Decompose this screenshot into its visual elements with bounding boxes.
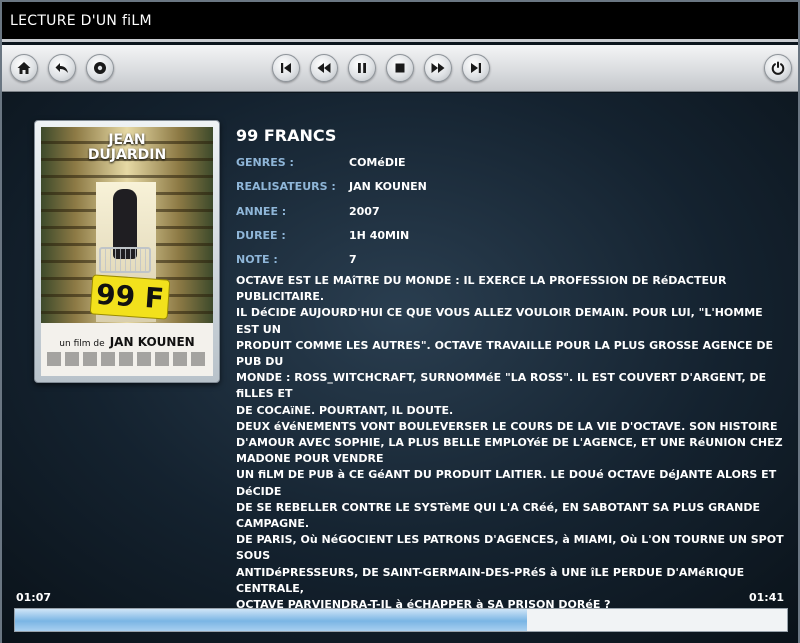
synopsis-line: ANTIDéPRESSEURS, DE SAINT-GERMAIN-DES-PR… bbox=[236, 565, 745, 595]
fast-forward-button[interactable] bbox=[424, 54, 452, 82]
synopsis-line: PRODUIT COMME LES AUTRES". OCTAVE TRAVAI… bbox=[236, 338, 773, 369]
back-arrow-icon bbox=[55, 63, 68, 73]
directors-label: REALISATEURS : bbox=[236, 180, 336, 193]
synopsis-line: OCTAVE EST LE MAîTRE DU MONDE : IL EXERC… bbox=[236, 274, 727, 304]
home-icon bbox=[17, 62, 31, 74]
progress-fill bbox=[15, 609, 527, 631]
power-button[interactable] bbox=[764, 54, 792, 82]
synopsis-line: DE PARIS, Où NéGOCIENT LES PATRONS D'AGE… bbox=[236, 533, 784, 563]
title-bar: LECTURE D'UN fiLM bbox=[2, 2, 798, 42]
pause-button[interactable] bbox=[348, 54, 376, 82]
rewind-icon bbox=[317, 63, 331, 73]
poster-image: JEAN DUJARDIN 99 F un film de JAN KOUNEN bbox=[41, 127, 213, 376]
duration-label: DUREE : bbox=[236, 229, 286, 242]
synopsis-line: IL DéCIDE AUJOURD'HUI CE QUE VOUS ALLEZ … bbox=[236, 306, 763, 336]
synopsis-line: DE SE REBELLER CONTRE LE SYSTèME QUI L'A… bbox=[236, 500, 760, 514]
total-time: 01:41 bbox=[748, 591, 784, 604]
rating-value: 7 bbox=[349, 253, 357, 266]
year-value: 2007 bbox=[349, 205, 380, 218]
app-window: LECTURE D'UN fiLM JEAN DUJARDIN 99 F un … bbox=[0, 0, 800, 643]
home-button[interactable] bbox=[10, 54, 38, 82]
power-icon bbox=[771, 61, 785, 75]
poster-sticker: 99 F bbox=[89, 274, 171, 320]
progress-bar[interactable] bbox=[14, 608, 788, 632]
record-button[interactable] bbox=[86, 54, 114, 82]
window-title: LECTURE D'UN fiLM bbox=[10, 13, 152, 29]
poster-cart bbox=[99, 247, 151, 273]
pause-icon bbox=[358, 63, 366, 73]
directors-value: JAN KOUNEN bbox=[349, 180, 427, 193]
synopsis: OCTAVE EST LE MAîTRE DU MONDE : IL EXERC… bbox=[236, 273, 784, 613]
synopsis-line: D'AMOUR AVEC SOPHIE, LA PLUS BELLE EMPLO… bbox=[236, 436, 783, 450]
poster-credit: un film de JAN KOUNEN bbox=[59, 335, 195, 349]
genres-label: GENRES : bbox=[236, 156, 294, 169]
fast-forward-icon bbox=[431, 63, 445, 73]
duration-value: 1H 40MIN bbox=[349, 229, 410, 242]
year-label: ANNEE : bbox=[236, 205, 287, 218]
back-button[interactable] bbox=[48, 54, 76, 82]
rating-label: NOTE : bbox=[236, 253, 278, 266]
poster-billing-block bbox=[47, 352, 207, 366]
synopsis-line: MADONE POUR VENDRE bbox=[236, 452, 384, 466]
skip-next-button[interactable] bbox=[462, 54, 490, 82]
skip-previous-icon bbox=[281, 63, 291, 73]
stop-icon bbox=[395, 63, 405, 73]
skip-next-icon bbox=[471, 63, 481, 73]
poster-actor-name: JEAN DUJARDIN bbox=[87, 132, 167, 163]
genres-value: COMéDIE bbox=[349, 156, 406, 169]
synopsis-line: MONDE : ROSS_WITCHCRAFT, SURNOMMéE "LA R… bbox=[236, 371, 767, 401]
rewind-button[interactable] bbox=[310, 54, 338, 82]
synopsis-line: CAMPAGNE. bbox=[236, 517, 310, 531]
movie-poster: JEAN DUJARDIN 99 F un film de JAN KOUNEN bbox=[34, 120, 220, 383]
elapsed-time: 01:07 bbox=[16, 591, 52, 604]
synopsis-line: UN fiLM DE PUB à CE GéANT DU PRODUIT LAI… bbox=[236, 468, 777, 498]
stop-button[interactable] bbox=[386, 54, 414, 82]
synopsis-line: DEUX éVéNEMENTS VONT BOULEVERSER LE COUR… bbox=[236, 419, 778, 433]
skip-previous-button[interactable] bbox=[272, 54, 300, 82]
synopsis-line: DE COCAïNE. POURTANT, IL DOUTE. bbox=[236, 403, 454, 417]
film-title: 99 FRANCS bbox=[236, 126, 337, 145]
toolbar bbox=[2, 45, 798, 92]
disc-icon bbox=[94, 62, 106, 74]
